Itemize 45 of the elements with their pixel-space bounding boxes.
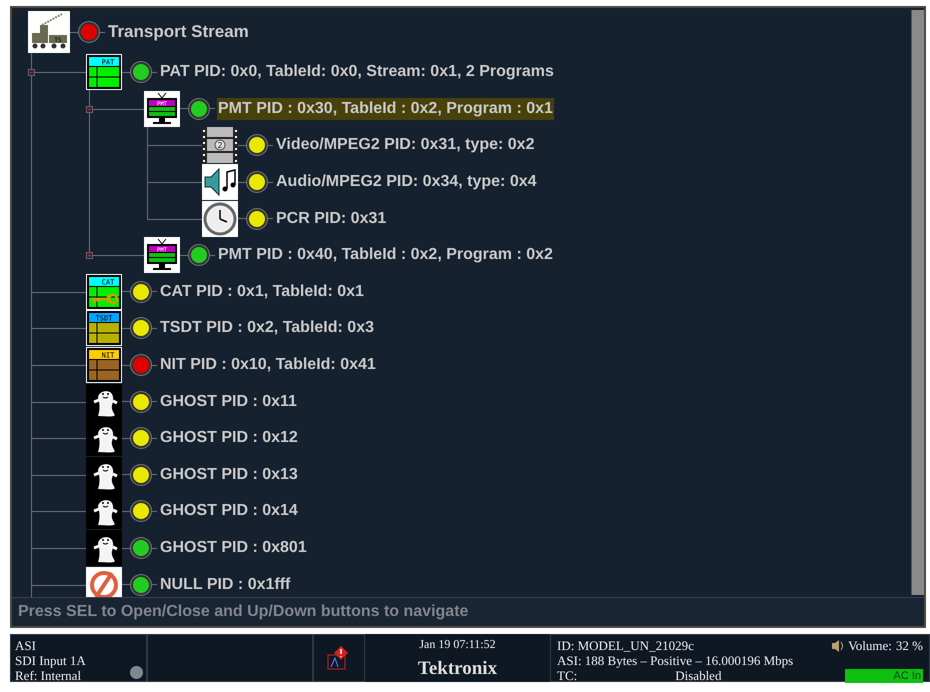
ghost-icon (86, 420, 122, 456)
expander-toggle[interactable] (28, 69, 35, 76)
date-time: Jan 19 07:11:52 (419, 637, 496, 652)
tree-item-label[interactable]: PMT PID : 0x40, TableId : 0x2, Program : 0x2 (217, 244, 554, 266)
tree-item-label[interactable]: Transport Stream (107, 20, 250, 44)
tree-item-label[interactable]: GHOST PID : 0x801 (159, 537, 308, 560)
tree-item-label[interactable]: NULL PID : 0x1fff (159, 574, 292, 596)
volume-value: 32 % (896, 638, 923, 653)
tree-item-label[interactable]: Video/MPEG2 PID: 0x31, type: 0x2 (275, 134, 536, 156)
scrollbar[interactable] (911, 10, 924, 595)
tree-item-label[interactable]: PAT PID: 0x0, TableId: 0x0, Stream: 0x1, 2 Programs (159, 61, 555, 84)
indicator-icon (130, 666, 143, 679)
tc-label: TC: (557, 668, 578, 683)
tree-item-label[interactable]: PCR PID: 0x31 (275, 208, 388, 230)
expander-toggle[interactable] (86, 252, 93, 260)
tree-item-label[interactable]: Audio/MPEG2 PID: 0x34, type: 0x4 (275, 171, 538, 194)
device-id: ID: MODEL_UN_21029c (557, 638, 694, 653)
tree-item-label[interactable]: GHOST PID : 0x11 (159, 390, 298, 413)
ghost-icon (86, 384, 122, 420)
ghost-icon (86, 493, 122, 530)
speaker-note-icon (202, 164, 238, 200)
clock-icon (202, 200, 238, 237)
tree-item-label[interactable]: NIT PID : 0x10, TableId: 0x41 (159, 354, 377, 376)
expander-toggle[interactable] (86, 106, 93, 113)
ghost-icon (86, 456, 122, 493)
tree-item-label[interactable]: GHOST PID : 0x13 (159, 464, 299, 486)
input-info-text: Ref: Internal (15, 668, 82, 683)
ghost-icon (86, 530, 122, 566)
no-symbol-icon (86, 566, 122, 597)
help-text: Press SEL to Open/Close and Up/Down buttons to navigate (12, 597, 924, 626)
tree-item-label[interactable]: CAT PID : 0x1, TableId: 0x1 (159, 280, 365, 303)
tree-item-label[interactable]: GHOST PID : 0x12 (159, 427, 299, 450)
input-info-text: SDI Input 1A (15, 653, 86, 668)
speaker-icon (830, 638, 844, 652)
power-indicator: AC In (845, 668, 923, 682)
brand-logo: Tektronix (418, 658, 498, 680)
tree-item-label[interactable]: TSDT PID : 0x2, TableId: 0x3 (159, 317, 375, 340)
input-info-text: ASI (15, 638, 36, 653)
tc-value: Disabled (675, 668, 722, 683)
signal-info: ASI: 188 Bytes – Positive – 16.000196 Mbps (557, 653, 794, 668)
tree-item-label[interactable]: GHOST PID : 0x14 (159, 500, 299, 522)
film-strip-icon: 2 (202, 127, 238, 164)
tree-item-label[interactable]: PMT PID : 0x30, TableId : 0x2, Program : 0x1 (217, 98, 554, 120)
volume-label: Volume: (848, 638, 892, 653)
warning-icon (327, 646, 351, 670)
